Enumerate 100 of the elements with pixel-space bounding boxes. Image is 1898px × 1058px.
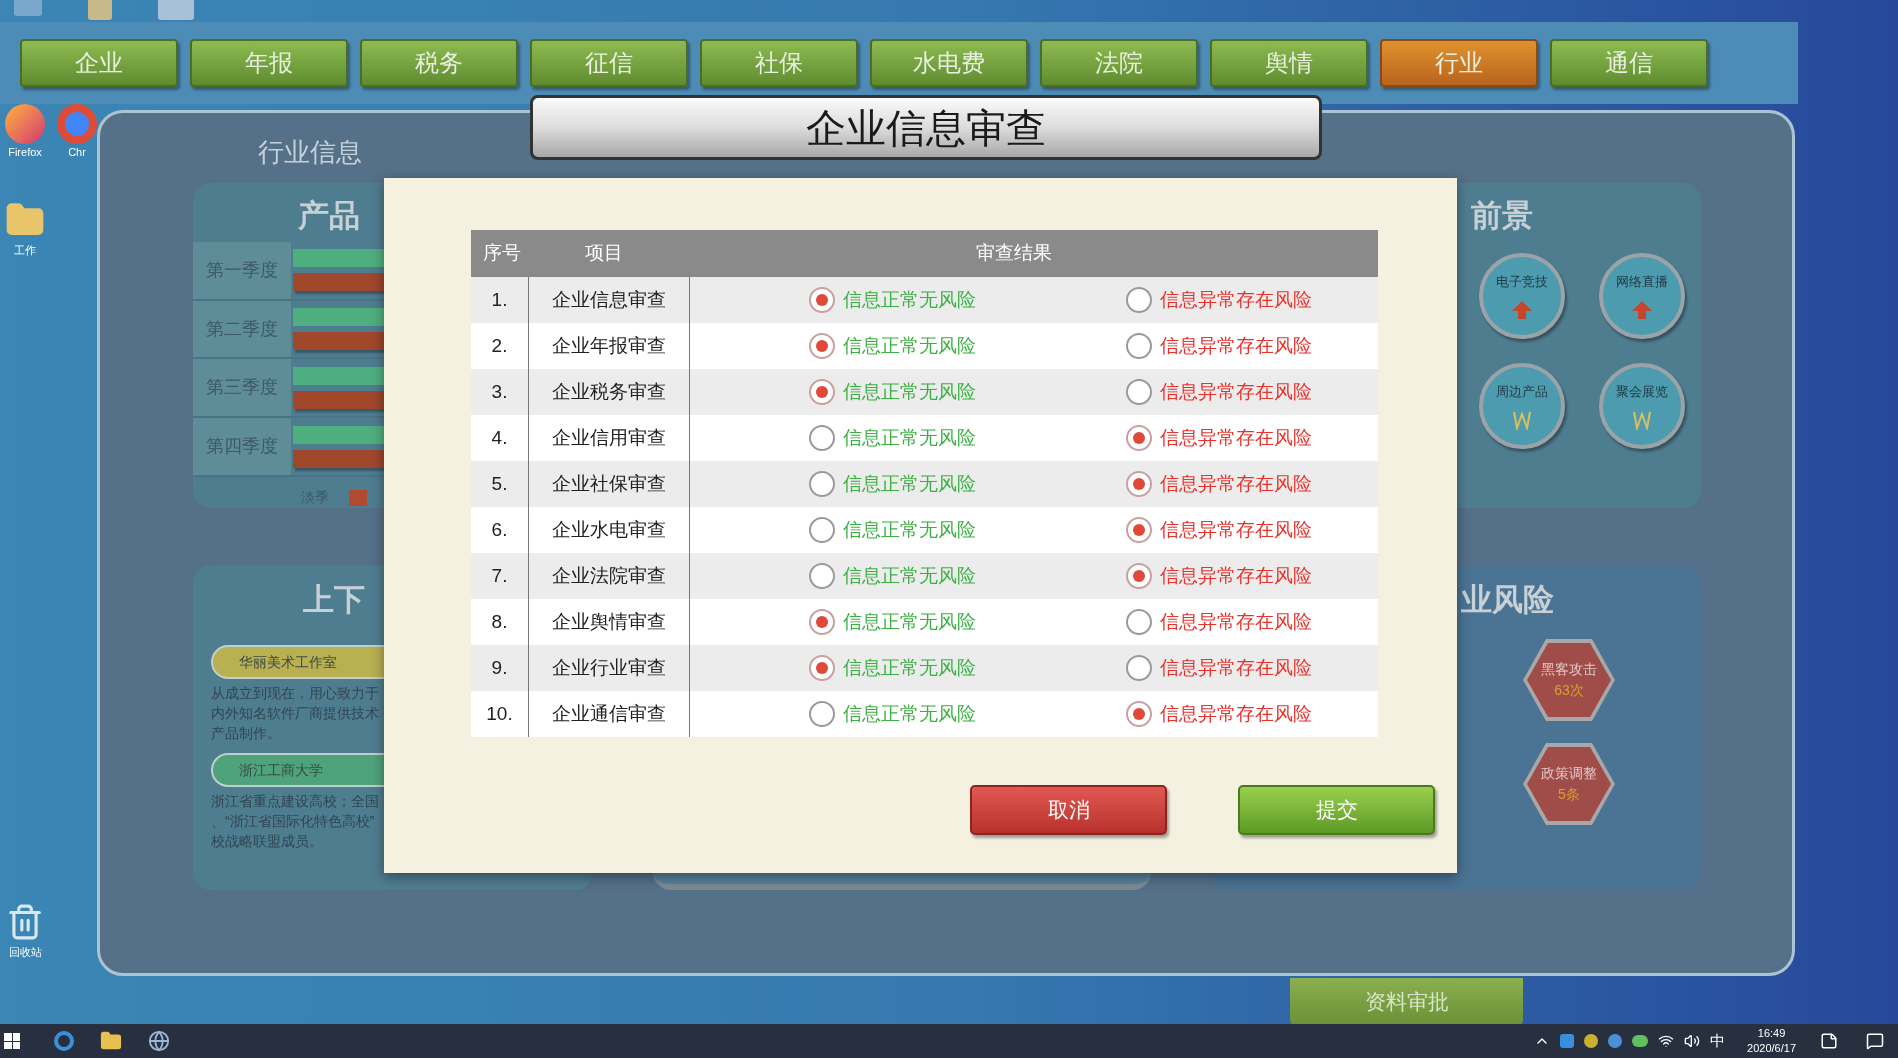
company-description: 内外知名软件厂商提供技术: [211, 704, 379, 723]
radio-button[interactable]: [809, 425, 835, 451]
globe-icon[interactable]: [148, 1030, 170, 1052]
desktop-icon-label[interactable]: 回收站: [8, 944, 42, 961]
tray-app-icon[interactable]: [1560, 1034, 1575, 1048]
radio-label[interactable]: 信息正常无风险: [843, 653, 976, 683]
radio-button[interactable]: [809, 333, 835, 359]
radio-label[interactable]: 信息正常无风险: [843, 331, 976, 361]
clock-date[interactable]: 2020/6/17: [1747, 1041, 1796, 1056]
radio-button[interactable]: [809, 563, 835, 589]
firefox-icon: [5, 104, 45, 144]
nav-tab[interactable]: 行业: [1380, 39, 1538, 87]
company-description: 、“浙江省国际化特色高校”: [211, 812, 375, 831]
radio-label[interactable]: 信息异常存在风险: [1160, 515, 1312, 545]
nav-tab[interactable]: 水电费: [870, 39, 1028, 87]
clock-time[interactable]: 16:49: [1757, 1026, 1786, 1041]
radio-label[interactable]: 信息异常存在风险: [1160, 377, 1312, 407]
nav-tab[interactable]: 企业: [20, 39, 178, 87]
volume-icon[interactable]: [1684, 1033, 1701, 1049]
zigzag-icon: [1632, 409, 1652, 430]
table-cell: 10.: [471, 691, 529, 737]
nav-tab[interactable]: 舆情: [1210, 39, 1368, 87]
panel-heading: 产品: [298, 197, 360, 235]
column-header: 序号: [482, 241, 522, 266]
up-arrow-icon: [1631, 299, 1653, 320]
nav-tab[interactable]: 税务: [360, 39, 518, 87]
panel-heading: 业风险: [1461, 581, 1555, 619]
radio-label[interactable]: 信息正常无风险: [843, 699, 976, 729]
cancel-button[interactable]: 取消: [970, 785, 1167, 835]
radio-label[interactable]: 信息异常存在风险: [1160, 561, 1312, 591]
input-method[interactable]: 中: [1710, 1029, 1726, 1053]
trend-label: 网络直播: [1616, 273, 1668, 292]
risk-label: 政策调整: [1541, 764, 1597, 783]
chrome-icon: [57, 104, 97, 144]
radio-button[interactable]: [809, 655, 835, 681]
radio-button[interactable]: [1126, 563, 1152, 589]
up-arrow-icon: [1511, 299, 1533, 320]
radio-button[interactable]: [1126, 287, 1152, 313]
start-icon[interactable]: [4, 1033, 20, 1049]
risk-label: 黑客攻击: [1541, 660, 1597, 679]
radio-button[interactable]: [1126, 471, 1152, 497]
table-cell: 企业通信审查: [529, 691, 690, 737]
tray-app-icon[interactable]: [1608, 1034, 1623, 1048]
radio-button[interactable]: [809, 701, 835, 727]
radio-label[interactable]: 信息异常存在风险: [1160, 285, 1312, 315]
radio-label[interactable]: 信息正常无风险: [843, 561, 976, 591]
nav-tab[interactable]: 年报: [190, 39, 348, 87]
tray-app-icon[interactable]: [1632, 1035, 1649, 1047]
nav-tab[interactable]: 社保: [700, 39, 858, 87]
legend-swatch: [349, 489, 367, 506]
radio-button[interactable]: [809, 609, 835, 635]
risk-count: 5条: [1558, 785, 1580, 804]
radio-button[interactable]: [1126, 333, 1152, 359]
panel-heading: 前景: [1471, 197, 1534, 235]
radio-label[interactable]: 信息正常无风险: [843, 423, 976, 453]
radio-button[interactable]: [1126, 379, 1152, 405]
radio-button[interactable]: [809, 517, 835, 543]
trend-label: 电子竞技: [1496, 273, 1548, 292]
desktop-icon-label[interactable]: 工作: [14, 242, 36, 259]
radio-button[interactable]: [1126, 609, 1152, 635]
desktop-icon-label[interactable]: Firefox: [8, 144, 42, 161]
nav-tab[interactable]: 征信: [530, 39, 688, 87]
radio-label[interactable]: 信息正常无风险: [843, 377, 976, 407]
radio-label[interactable]: 信息正常无风险: [843, 285, 976, 315]
submit-button[interactable]: 提交: [1238, 785, 1435, 835]
zigzag-icon: [1512, 409, 1532, 430]
trend-label: 聚会展览: [1616, 383, 1668, 402]
company-description: 浙江省重点建设高校；全国: [211, 792, 379, 811]
nav-tab[interactable]: 法院: [1040, 39, 1198, 87]
radio-label[interactable]: 信息正常无风险: [843, 515, 976, 545]
radio-label[interactable]: 信息正常无风险: [843, 607, 976, 637]
company-description: 校战略联盟成员。: [211, 832, 323, 851]
radio-button[interactable]: [809, 379, 835, 405]
notification-icon[interactable]: [1866, 1032, 1884, 1050]
dialog-title: 企业信息审查: [806, 104, 1046, 152]
approve-button[interactable]: 资料审批: [1290, 978, 1523, 1026]
radio-label[interactable]: 信息异常存在风险: [1160, 331, 1312, 361]
column-header: 项目: [584, 241, 624, 266]
radio-label[interactable]: 信息异常存在风险: [1160, 607, 1312, 637]
wifi-icon[interactable]: [1658, 1033, 1675, 1049]
notes-icon[interactable]: [1820, 1032, 1838, 1050]
radio-button[interactable]: [1126, 425, 1152, 451]
trend-label: 周边产品: [1496, 383, 1548, 402]
radio-button[interactable]: [809, 471, 835, 497]
radio-label[interactable]: 信息异常存在风险: [1160, 423, 1312, 453]
nav-tab[interactable]: 通信: [1550, 39, 1708, 87]
radio-label[interactable]: 信息异常存在风险: [1160, 699, 1312, 729]
radio-button[interactable]: [809, 287, 835, 313]
company-description: 产品制作。: [211, 724, 281, 743]
radio-label[interactable]: 信息异常存在风险: [1160, 653, 1312, 683]
radio-label[interactable]: 信息异常存在风险: [1160, 469, 1312, 499]
browser-icon[interactable]: [54, 1031, 74, 1051]
folder-icon[interactable]: [100, 1030, 122, 1052]
panel-title: 行业信息: [258, 136, 362, 169]
tray-app-icon[interactable]: [1584, 1034, 1599, 1048]
radio-button[interactable]: [1126, 517, 1152, 543]
radio-button[interactable]: [1126, 701, 1152, 727]
desktop-icon-label[interactable]: Chr: [68, 144, 86, 161]
radio-label[interactable]: 信息正常无风险: [843, 469, 976, 499]
radio-button[interactable]: [1126, 655, 1152, 681]
